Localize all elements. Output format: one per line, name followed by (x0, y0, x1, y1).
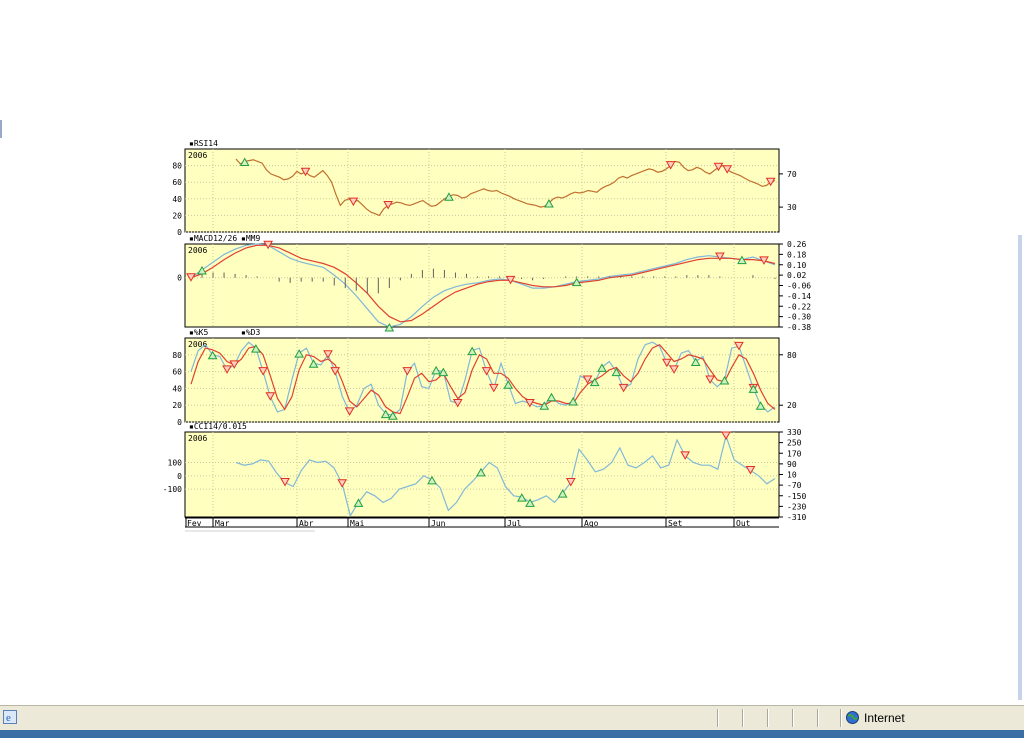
panel-title: ▪MACD12/26 (189, 234, 237, 243)
watermark-year: 2006 (188, 340, 207, 349)
watermark-year: 2006 (188, 246, 207, 255)
month-label: Ago (584, 519, 599, 528)
watermark-year: 2006 (188, 151, 207, 160)
y-right-tick-label: -0.30 (787, 313, 811, 322)
y-right-tick-label: 0.10 (787, 261, 806, 270)
y-left-tick-label: 0 (177, 472, 182, 481)
technical-analysis-chart: 8060402007030▪RSI14200600.260.180.100.02… (163, 139, 811, 532)
y-left-tick-label: 80 (172, 162, 182, 171)
y-right-tick-label: -0.14 (787, 292, 811, 301)
month-label: Jul (507, 519, 522, 528)
month-label: Out (736, 519, 751, 528)
panel-title: ▪CCI14/0.015 (189, 422, 247, 431)
y-right-tick-label: 170 (787, 449, 802, 458)
y-right-tick-label: -230 (787, 502, 806, 511)
panel-background (184, 243, 780, 328)
month-label: Jun (431, 519, 446, 528)
y-right-tick-label: 250 (787, 439, 802, 448)
y-right-tick-label: -0.06 (787, 282, 811, 291)
y-left-tick-label: 0 (177, 228, 182, 237)
y-right-tick-label: 330 (787, 428, 802, 437)
vertical-scrollbar[interactable] (1018, 235, 1022, 700)
watermark-year: 2006 (188, 434, 207, 443)
month-label: Fev (187, 519, 202, 528)
security-zone-label: Internet (864, 711, 905, 725)
y-left-tick-label: 60 (172, 178, 182, 187)
y-right-tick-label: -150 (787, 492, 806, 501)
y-right-tick-label: 10 (787, 471, 797, 480)
panel-background (184, 337, 780, 423)
y-right-tick-label: 20 (787, 401, 797, 410)
y-left-tick-label: 0 (177, 274, 182, 283)
ie-page-icon: e (3, 710, 17, 724)
y-right-tick-label: 90 (787, 460, 797, 469)
y-left-tick-label: 20 (172, 211, 182, 220)
panel-legend-entry: ▪%D3 (241, 328, 260, 337)
svg-text:e: e (6, 712, 11, 724)
y-right-tick-label: 80 (787, 351, 797, 360)
month-label: Abr (299, 519, 314, 528)
month-label: Mar (215, 519, 230, 528)
y-right-tick-label: -310 (787, 513, 806, 522)
status-separator (817, 709, 818, 727)
panel-background (184, 148, 780, 233)
faint-footer-text (185, 530, 315, 532)
status-separator (742, 709, 743, 727)
y-right-tick-label: -0.38 (787, 323, 811, 332)
panel-legend-entry: ▪MM9 (241, 234, 260, 243)
y-right-tick-label: 0.18 (787, 250, 806, 259)
status-bar: e Internet (0, 705, 1024, 730)
status-separator (840, 709, 841, 727)
panel-title: ▪%K5 (189, 328, 208, 337)
month-label: Set (668, 519, 683, 528)
internet-globe-icon (846, 711, 859, 724)
y-right-tick-label: 0.26 (787, 240, 806, 249)
y-left-tick-label: 60 (172, 368, 182, 377)
y-right-tick-label: -0.22 (787, 302, 811, 311)
taskbar-edge (0, 730, 1024, 738)
month-label: Mai (350, 519, 365, 528)
y-left-tick-label: 40 (172, 384, 182, 393)
y-left-tick-label: 20 (172, 401, 182, 410)
y-right-tick-label: 70 (787, 170, 797, 179)
y-left-tick-label: 0 (177, 418, 182, 427)
y-left-tick-label: 40 (172, 195, 182, 204)
status-separator (767, 709, 768, 727)
panel-title: ▪RSI14 (189, 139, 218, 148)
y-left-tick-label: 100 (168, 459, 183, 468)
status-separator (717, 709, 718, 727)
y-right-tick-label: 30 (787, 203, 797, 212)
report-page: 80 60 40 20 0 70 30 ▪RSI14 2006 0 0.26 0.18 0.10 0.02… (0, 0, 1024, 705)
y-right-tick-label: 0.02 (787, 271, 806, 280)
y-right-tick-label: -70 (787, 481, 802, 490)
status-separator (792, 709, 793, 727)
y-left-tick-label: -100 (163, 485, 182, 494)
y-left-tick-label: 80 (172, 351, 182, 360)
